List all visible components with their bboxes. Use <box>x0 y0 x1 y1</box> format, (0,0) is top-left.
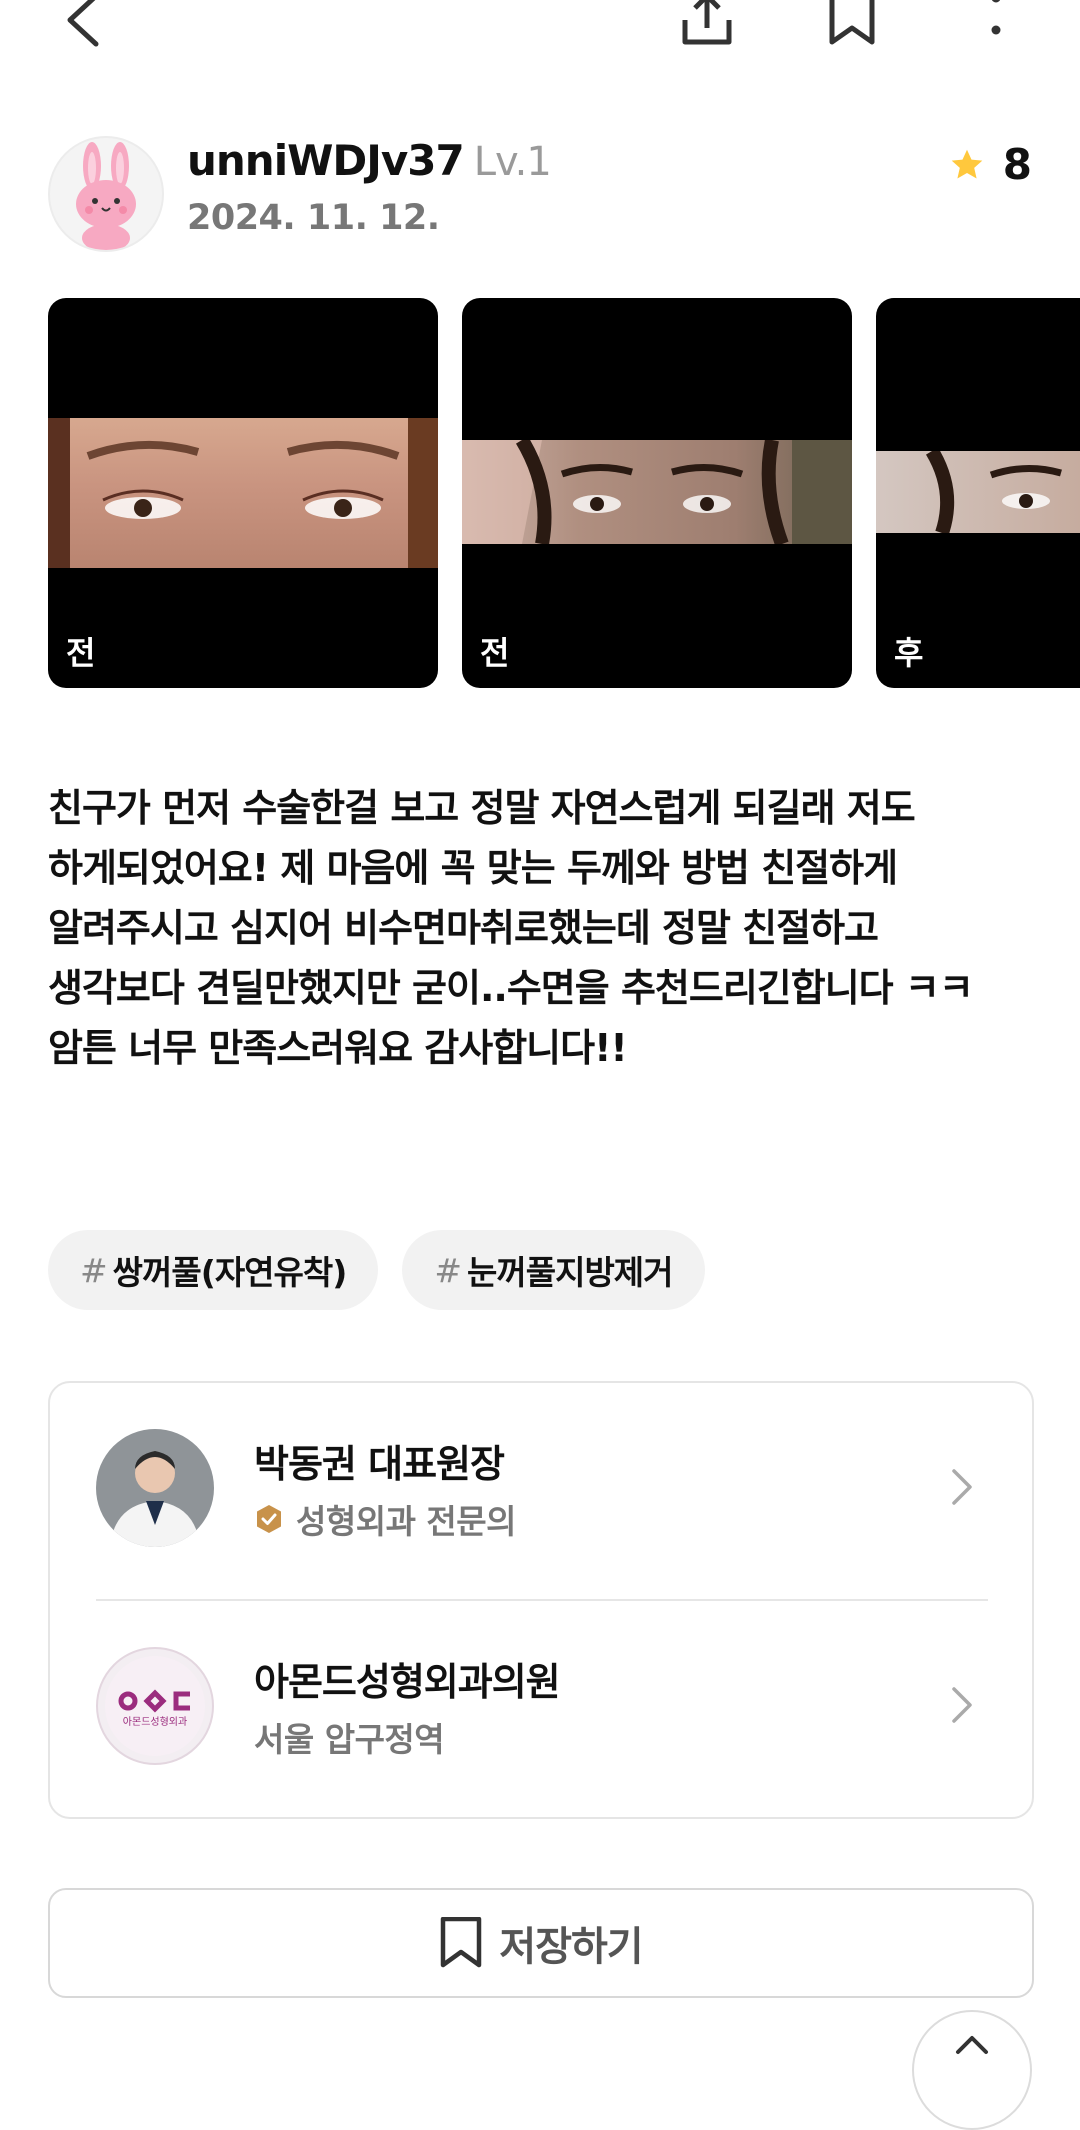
doctor-name: 박동권 대표원장 <box>254 1442 505 1486</box>
clinic-location: 서울 압구정역 <box>254 1720 445 1759</box>
doctor-row[interactable]: 박동권 대표원장 성형외과 전문의 <box>96 1429 988 1549</box>
chevron-left-icon <box>67 0 99 47</box>
hash-icon: # <box>80 1250 108 1290</box>
save-button-label: 저장하기 <box>499 1924 643 1970</box>
photo-image <box>876 447 1080 536</box>
photo-before-2[interactable]: 전 <box>462 298 852 688</box>
hashtag-chip[interactable]: # 쌍꺼풀(자연유착) <box>48 1230 379 1310</box>
clinic-name: 아몬드성형외과의원 <box>254 1660 561 1704</box>
photo-label: 전 <box>66 634 96 672</box>
post-date: 2024. 11. 12. <box>187 198 440 238</box>
share-button[interactable] <box>675 0 739 52</box>
save-button[interactable]: 저장하기 <box>48 1888 1034 1998</box>
photo-image <box>462 436 852 547</box>
hashtag-chip[interactable]: # 눈꺼풀지방제거 <box>402 1230 705 1310</box>
chevron-right-icon <box>952 1687 972 1723</box>
user-level: Lv.1 <box>473 139 552 185</box>
eyes-image <box>48 418 438 568</box>
clinic-logo-image: 아몬드성형외과 <box>105 1656 205 1756</box>
eyes-image <box>462 436 852 547</box>
review-text: 친구가 먼저 수술한걸 보고 정말 자연스럽게 되길래 저도 하게되었어요! 제… <box>48 786 974 1070</box>
doctor-clinic-card: 박동권 대표원장 성형외과 전문의 아몬드성형외과 아몬드성형외과의원 서울 압… <box>48 1381 1034 1819</box>
author-header: unniWDJv37 Lv.1 2024. 11. 12. 8 <box>48 136 1032 252</box>
top-bar <box>0 0 1080 60</box>
divider <box>96 1599 988 1601</box>
bookmark-icon <box>829 0 875 45</box>
hashtag-list: # 쌍꺼풀(자연유착) # 눈꺼풀지방제거 <box>48 1230 705 1310</box>
hashtag-label: 눈꺼풀지방제거 <box>467 1253 674 1292</box>
clinic-row[interactable]: 아몬드성형외과 아몬드성형외과의원 서울 압구정역 <box>96 1647 988 1767</box>
share-icon <box>682 0 732 45</box>
clinic-logo-text: 아몬드성형외과 <box>123 1716 187 1728</box>
avatar[interactable] <box>48 136 164 252</box>
photo-carousel[interactable]: 전 전 후 <box>48 298 1080 690</box>
rating: 8 <box>949 140 1032 189</box>
hashtag-label: 쌍꺼풀(자연유착) <box>112 1253 348 1292</box>
rating-value: 8 <box>1002 140 1032 189</box>
doctor-portrait-icon <box>96 1429 214 1547</box>
bookmark-button[interactable] <box>820 0 884 52</box>
doctor-photo <box>96 1429 214 1547</box>
back-button[interactable] <box>50 0 114 52</box>
star-icon <box>951 149 983 178</box>
photo-image <box>48 418 438 568</box>
rabbit-avatar-icon <box>76 142 136 250</box>
chevron-right-icon <box>952 1469 972 1505</box>
chevron-up-icon <box>956 2036 988 2054</box>
photo-label: 후 <box>894 634 924 672</box>
clinic-logo: 아몬드성형외과 <box>96 1647 214 1765</box>
specialty-label: 성형외과 전문의 <box>296 1502 517 1541</box>
photo-label: 전 <box>480 634 510 672</box>
more-button[interactable] <box>964 0 1028 52</box>
bookmark-icon <box>441 1917 482 1968</box>
more-vertical-icon <box>991 0 1001 35</box>
scroll-top-button[interactable] <box>912 2010 1032 2130</box>
photo-after[interactable]: 후 <box>876 298 1080 688</box>
hash-icon: # <box>434 1250 462 1290</box>
photo-before-1[interactable]: 전 <box>48 298 438 688</box>
username[interactable]: unniWDJv37 Lv.1 <box>187 136 552 185</box>
eyes-image <box>925 447 1062 536</box>
doctor-specialty: 성형외과 전문의 <box>254 1495 517 1543</box>
verified-badge-icon <box>257 1505 281 1533</box>
